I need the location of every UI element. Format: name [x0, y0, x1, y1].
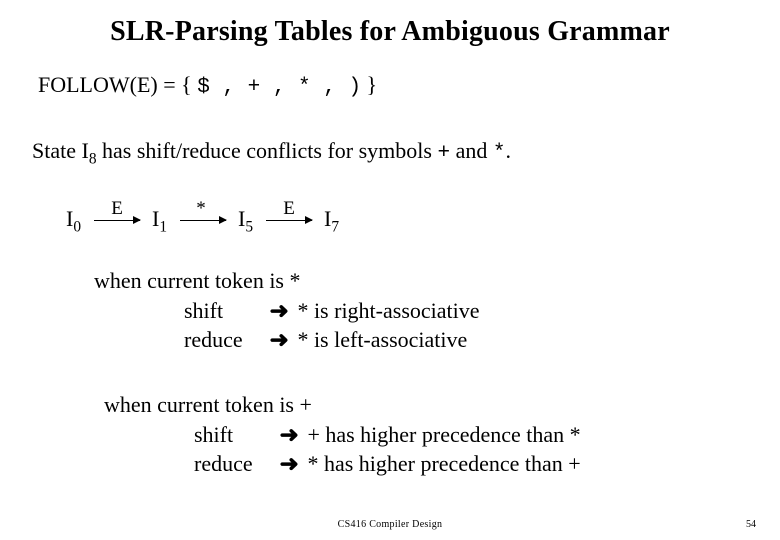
star-shift-line: shift ➜ * is right-associative	[94, 296, 480, 326]
star-shift-text: * is right-associative	[297, 298, 479, 323]
chain-arrow-0	[94, 220, 140, 221]
chain-node-i0-sub: 0	[73, 218, 81, 235]
chain-edge-label-2: E	[280, 198, 298, 220]
chain-node-i5: I5	[238, 206, 253, 236]
follow-symbols: $ , + , * , )	[197, 76, 361, 99]
footer-course: CS416 Compiler Design	[0, 519, 780, 530]
plus-reduce-text: * has higher precedence than +	[307, 451, 580, 476]
follow-set-line: FOLLOW(E) = { $ , + , * , ) }	[38, 72, 377, 99]
chain-node-i5-sub: 5	[245, 218, 253, 235]
follow-prefix: FOLLOW(E) = {	[38, 72, 197, 97]
star-shift-kw: shift	[184, 296, 260, 326]
chain-arrow-1	[180, 220, 226, 221]
chain-edge-label-1: *	[192, 198, 210, 220]
arrow-icon: ➜	[269, 296, 288, 326]
state-p1: State I	[32, 138, 89, 163]
plus-shift-kw: shift	[194, 420, 270, 450]
plus-reduce-line: reduce ➜ * has higher precedence than +	[104, 449, 581, 479]
arrow-icon: ➜	[279, 449, 298, 479]
state-p2: has shift/reduce conflicts for symbols	[97, 138, 438, 163]
state-p3: and	[450, 138, 493, 163]
star-token-block: when current token is * shift ➜ * is rig…	[94, 266, 480, 355]
chain-node-i7: I7	[324, 206, 339, 236]
state-conflict-line: State I8 has shift/reduce conflicts for …	[32, 138, 511, 168]
star-reduce-text: * is left-associative	[297, 327, 467, 352]
chain-node-i0: I0	[66, 206, 81, 236]
plus-token-block: when current token is + shift ➜ + has hi…	[104, 390, 581, 479]
star-reduce-kw: reduce	[184, 325, 260, 355]
state-p4: .	[505, 138, 511, 163]
slide-title: SLR-Parsing Tables for Ambiguous Grammar	[0, 16, 780, 48]
state-sub: 8	[89, 150, 97, 167]
arrow-icon: ➜	[279, 420, 298, 450]
slide: SLR-Parsing Tables for Ambiguous Grammar…	[0, 0, 780, 540]
plus-shift-line: shift ➜ + has higher precedence than *	[104, 420, 581, 450]
star-heading: when current token is *	[94, 268, 301, 293]
chain-node-i1: I1	[152, 206, 167, 236]
chain-arrow-2	[266, 220, 312, 221]
footer-page-number: 54	[746, 519, 756, 530]
state-sym1: +	[437, 142, 450, 165]
plus-heading: when current token is +	[104, 392, 312, 417]
chain-edge-label-0: E	[108, 198, 126, 220]
plus-reduce-kw: reduce	[194, 449, 270, 479]
state-sym2: *	[493, 142, 506, 165]
arrow-icon: ➜	[269, 325, 288, 355]
chain-node-i7-sub: 7	[331, 218, 339, 235]
follow-suffix: }	[361, 72, 377, 97]
plus-shift-text: + has higher precedence than *	[307, 422, 580, 447]
star-reduce-line: reduce ➜ * is left-associative	[94, 325, 480, 355]
chain-node-i1-sub: 1	[159, 218, 167, 235]
